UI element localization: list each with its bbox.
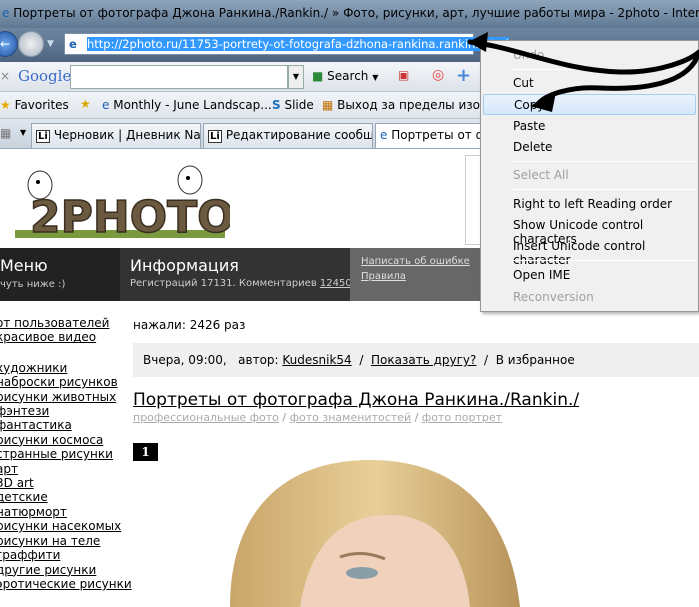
arrow-head-copy [530, 92, 556, 112]
arrow-to-url [467, 39, 699, 107]
arrow-head-url [468, 32, 488, 52]
annotation-arrows [467, 32, 699, 112]
